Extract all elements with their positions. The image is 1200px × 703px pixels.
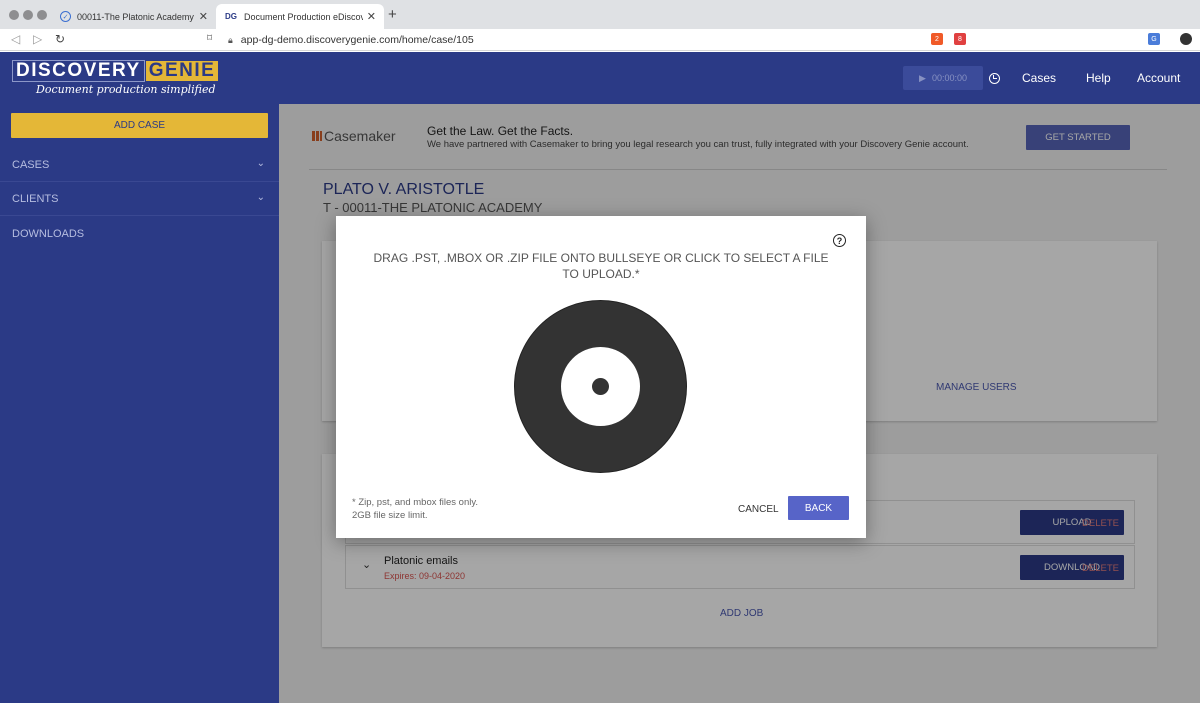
window-minimize-dot[interactable] (23, 10, 33, 20)
timer-button[interactable]: ▶ 00:00:00 (903, 66, 983, 90)
discovery-genie-logo[interactable]: DISCOVERY GENIE Document production simpl… (12, 60, 219, 96)
sidebar-item-clients[interactable]: CLIENTS ⌄ (0, 183, 279, 216)
help-question-icon[interactable]: ? (833, 234, 846, 247)
bullseye-center-dot (592, 378, 609, 395)
add-case-button[interactable]: ADD CASE (11, 113, 268, 138)
nav-help[interactable]: Help (1086, 71, 1111, 85)
reload-icon[interactable]: ↻ (55, 32, 65, 46)
logo-word-genie: GENIE (145, 61, 219, 81)
sidebar-item-label: CLIENTS (12, 193, 59, 205)
lock-icon: 🔒︎ (228, 34, 233, 45)
sidebar: ADD CASE CASES ⌄ CLIENTS ⌄ DOWNLOADS (0, 104, 279, 703)
file-type-note: * Zip, pst, and mbox files only. (352, 497, 479, 508)
browser-tab-bar: ✓ 00011-The Platonic Academy - D ✕ DG Do… (0, 0, 1200, 29)
bookmark-icon[interactable]: ⌑ (207, 33, 212, 44)
tab-title: Document Production eDiscover (244, 11, 363, 22)
close-tab-icon[interactable]: ✕ (199, 10, 208, 23)
history-clock-icon[interactable] (989, 73, 1000, 84)
sidebar-item-label: DOWNLOADS (12, 227, 85, 240)
modal-title: DRAG .PST, .MBOX OR .ZIP FILE ONTO BULLS… (373, 251, 829, 281)
profile-icon[interactable] (1180, 33, 1192, 45)
bullseye-dropzone[interactable] (514, 300, 687, 473)
logo-word-discovery: DISCOVERY (12, 60, 145, 82)
timer-value: 00:00:00 (931, 73, 967, 83)
logo-tagline: Document production simplified (36, 83, 216, 96)
browser-tab-platonic-academy[interactable]: ✓ 00011-The Platonic Academy - D ✕ (52, 4, 216, 29)
app-header: DISCOVERY GENIE Document production simpl… (0, 52, 1200, 104)
play-icon: ▶ (919, 72, 926, 83)
window-maximize-dot[interactable] (37, 10, 47, 20)
close-tab-icon[interactable]: ✕ (367, 10, 376, 23)
back-arrow-icon[interactable]: ◁ (11, 32, 20, 46)
chevron-down-icon: ⌄ (256, 158, 265, 169)
browser-tab-document-production[interactable]: DG Document Production eDiscover ✕ (216, 4, 384, 29)
upload-modal: ? DRAG .PST, .MBOX OR .ZIP FILE ONTO BUL… (336, 216, 866, 538)
window-close-dot[interactable] (9, 10, 19, 20)
back-button[interactable]: BACK (788, 496, 849, 520)
bullseye-inner-ring (561, 347, 640, 426)
sidebar-item-downloads[interactable]: DOWNLOADS (0, 217, 279, 250)
dg-favicon-icon: DG (225, 12, 237, 21)
chevron-down-icon: ⌄ (256, 192, 265, 203)
nav-cases[interactable]: Cases (1022, 71, 1056, 85)
new-tab-plus-icon[interactable]: + (388, 6, 397, 23)
checkmark-icon: ✓ (60, 11, 71, 22)
file-size-note: 2GB file size limit. (352, 510, 428, 521)
forward-arrow-icon[interactable]: ▷ (33, 32, 42, 46)
translate-icon[interactable]: G (1148, 33, 1160, 45)
tab-title: 00011-The Platonic Academy - D (77, 11, 195, 22)
nav-account[interactable]: Account (1137, 71, 1180, 85)
brave-shield-icon[interactable]: 2 (931, 33, 943, 45)
brave-rewards-icon[interactable]: 8 (954, 33, 966, 45)
address-input[interactable]: 🔒︎ app-dg-demo.discoverygenie.com/home/c… (228, 31, 928, 49)
browser-url-bar: ◁ ▷ ↻ ⌑ 🔒︎ app-dg-demo.discoverygenie.co… (0, 29, 1200, 51)
url-text: app-dg-demo.discoverygenie.com/home/case… (240, 34, 474, 46)
sidebar-item-label: CASES (12, 159, 50, 171)
cancel-button[interactable]: CANCEL (738, 504, 779, 515)
sidebar-item-cases[interactable]: CASES ⌄ (0, 149, 279, 182)
